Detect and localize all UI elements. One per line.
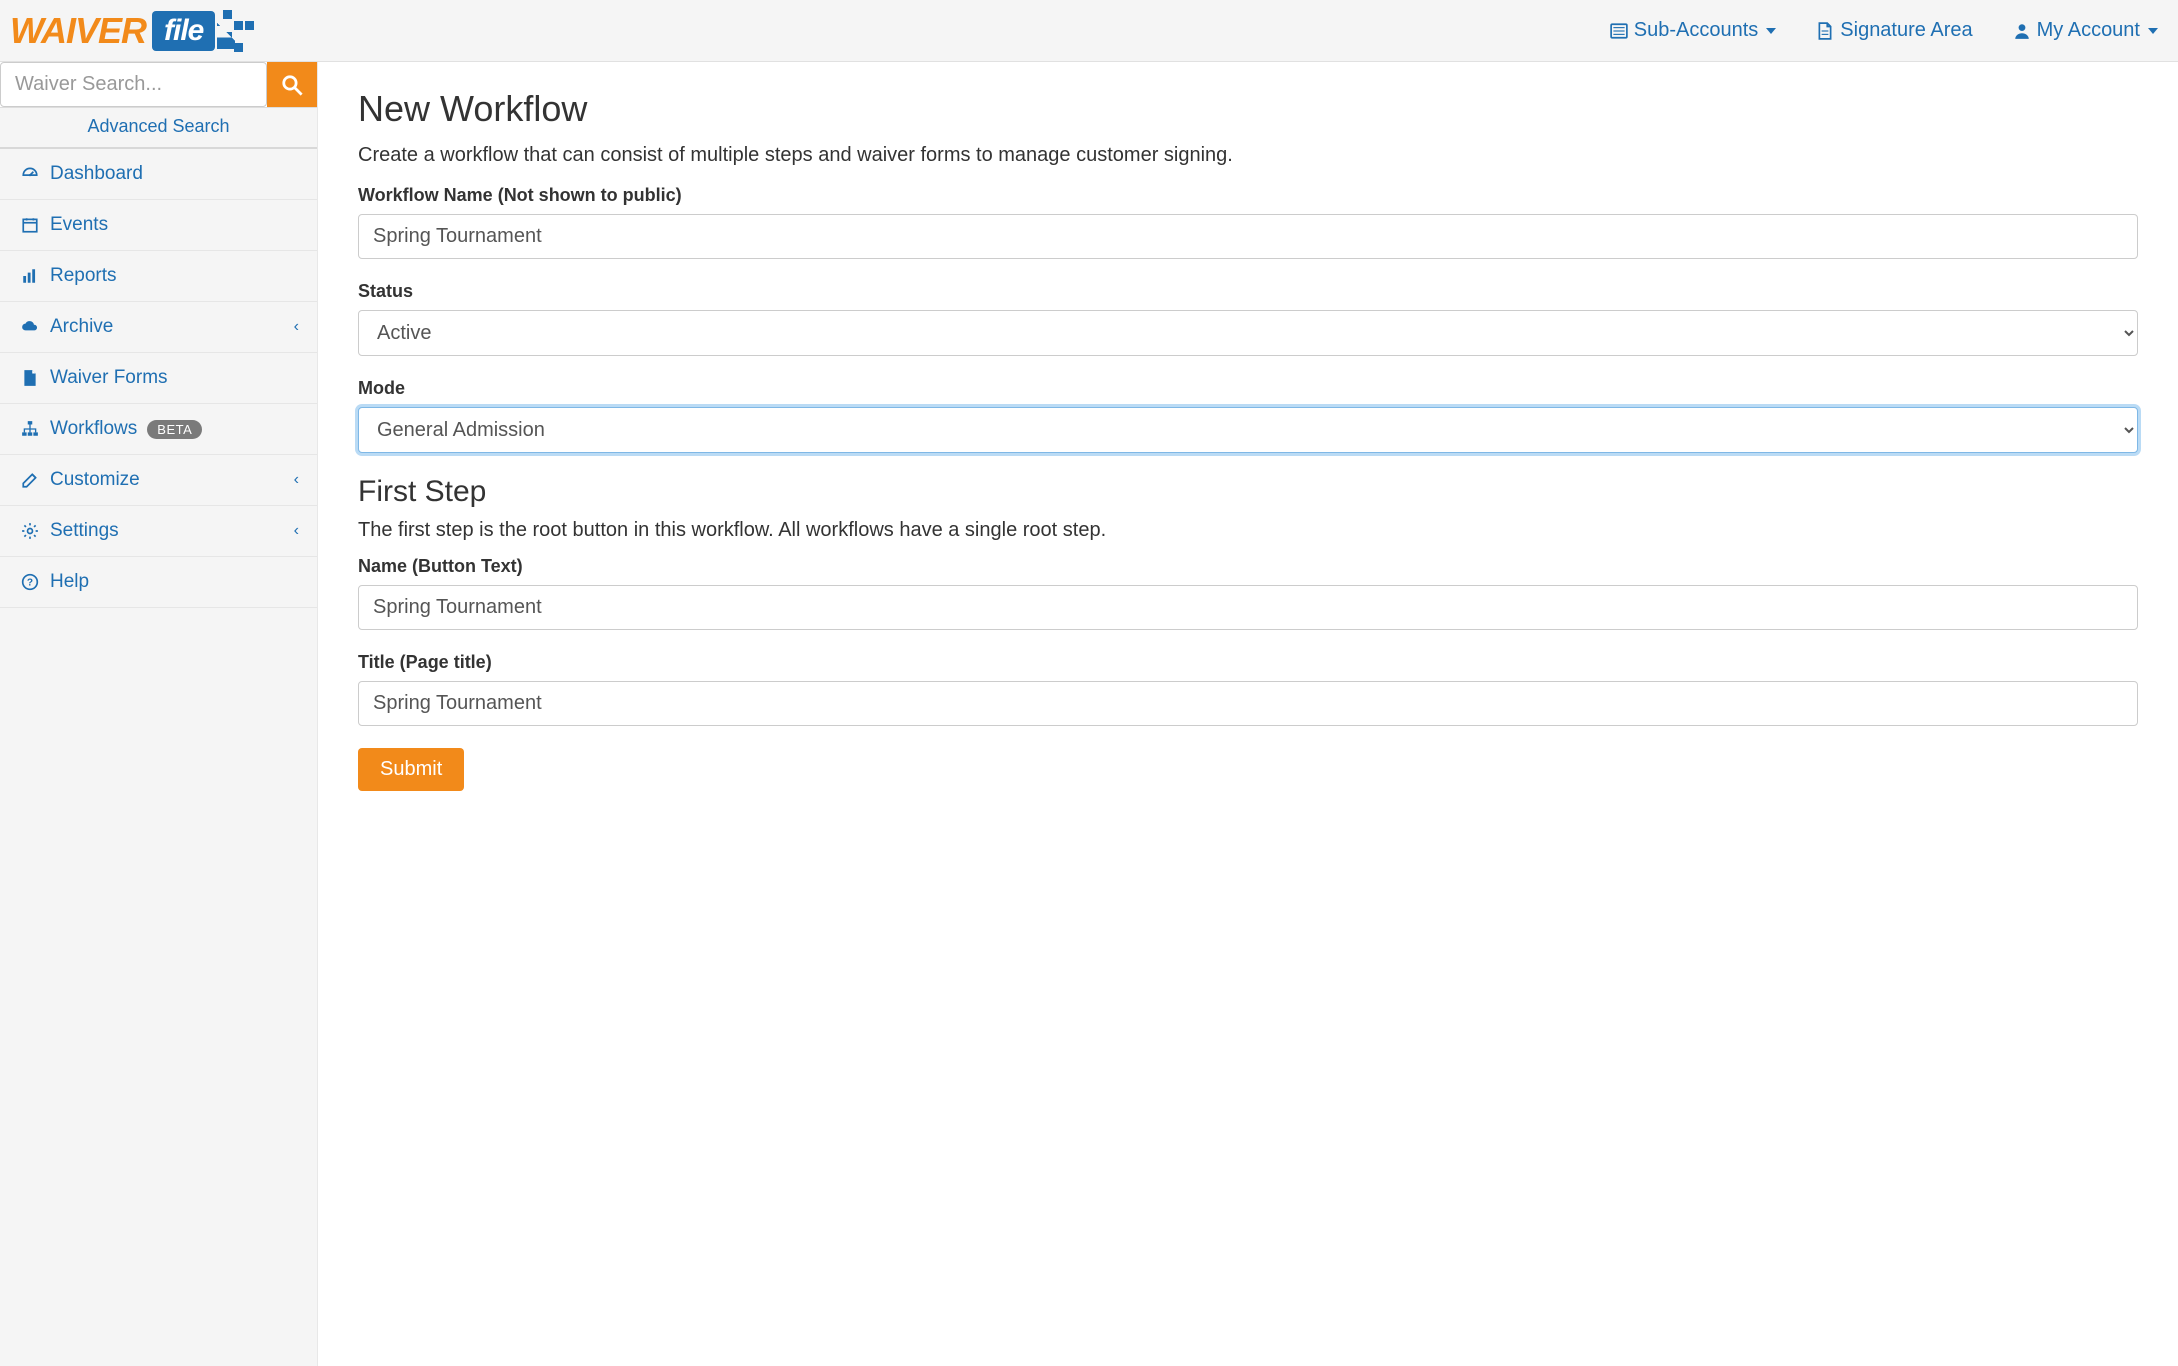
- sidebar-item-help[interactable]: ? Help: [0, 557, 317, 608]
- file-icon: [1816, 22, 1834, 40]
- page-subheading: Create a workflow that can consist of mu…: [358, 144, 2138, 167]
- sub-accounts-label: Sub-Accounts: [1634, 19, 1759, 42]
- search-icon: [281, 74, 303, 96]
- workflow-name-input[interactable]: [358, 214, 2138, 259]
- advanced-search: Advanced Search: [0, 108, 317, 149]
- first-step-heading: First Step: [358, 475, 2138, 509]
- chart-icon: [20, 267, 40, 285]
- sidebar-item-customize[interactable]: Customize ‹: [0, 455, 317, 506]
- sidebar: Advanced Search Dashboard Events Reports: [0, 62, 318, 1366]
- search-input[interactable]: [0, 62, 267, 107]
- top-nav-right: Sub-Accounts Signature Area My Account: [1610, 19, 2158, 42]
- sidebar-item-label: Customize: [50, 469, 140, 491]
- sidebar-item-label: Archive: [50, 316, 113, 338]
- sidebar-item-archive[interactable]: Archive ‹: [0, 302, 317, 353]
- my-account-menu[interactable]: My Account: [2013, 19, 2158, 42]
- sidebar-item-label: Reports: [50, 265, 117, 287]
- sidebar-item-reports[interactable]: Reports: [0, 251, 317, 302]
- search-button[interactable]: [267, 62, 317, 107]
- sub-accounts-menu[interactable]: Sub-Accounts: [1610, 19, 1777, 42]
- step-name-label: Name (Button Text): [358, 556, 2138, 577]
- step-title-input[interactable]: [358, 681, 2138, 726]
- search-bar: [0, 62, 317, 108]
- page-heading: New Workflow: [358, 88, 2138, 130]
- status-select[interactable]: Active: [358, 310, 2138, 356]
- status-label: Status: [358, 281, 2138, 302]
- first-step-desc: The first step is the root button in thi…: [358, 519, 2138, 542]
- list-icon: [1610, 22, 1628, 40]
- sidebar-item-events[interactable]: Events: [0, 200, 317, 251]
- sidebar-nav: Dashboard Events Reports Archive ‹: [0, 149, 317, 608]
- calendar-icon: [20, 216, 40, 234]
- workflow-name-label: Workflow Name (Not shown to public): [358, 185, 2138, 206]
- step-title-label: Title (Page title): [358, 652, 2138, 673]
- logo[interactable]: WAIVER file: [10, 10, 254, 52]
- chevron-left-icon: ‹: [294, 471, 299, 489]
- mode-label: Mode: [358, 378, 2138, 399]
- step-name-input[interactable]: [358, 585, 2138, 630]
- main-content: New Workflow Create a workflow that can …: [318, 62, 2178, 1366]
- sidebar-item-waiver-forms[interactable]: Waiver Forms: [0, 353, 317, 404]
- sidebar-item-label: Events: [50, 214, 108, 236]
- signature-area-label: Signature Area: [1840, 19, 1972, 42]
- logo-text-file: file: [152, 11, 215, 51]
- cloud-icon: [20, 318, 40, 336]
- advanced-search-link[interactable]: Advanced Search: [87, 116, 229, 136]
- sidebar-item-label: Dashboard: [50, 163, 143, 185]
- sidebar-item-settings[interactable]: Settings ‹: [0, 506, 317, 557]
- my-account-label: My Account: [2037, 19, 2140, 42]
- top-nav: WAIVER file Sub-Accounts Signature Area …: [0, 0, 2178, 62]
- chevron-left-icon: ‹: [294, 318, 299, 336]
- logo-text-waiver: WAIVER: [10, 10, 146, 52]
- dashboard-icon: [20, 165, 40, 183]
- chevron-left-icon: ‹: [294, 522, 299, 540]
- gear-icon: [20, 522, 40, 540]
- caret-down-icon: [2148, 28, 2158, 34]
- file-icon: [20, 369, 40, 387]
- sitemap-icon: [20, 420, 40, 438]
- sidebar-item-label: Waiver Forms: [50, 367, 168, 389]
- edit-icon: [20, 471, 40, 489]
- caret-down-icon: [1766, 28, 1776, 34]
- sidebar-item-dashboard[interactable]: Dashboard: [0, 149, 317, 200]
- user-icon: [2013, 22, 2031, 40]
- svg-text:?: ?: [27, 577, 33, 588]
- sidebar-item-workflows[interactable]: Workflows BETA: [0, 404, 317, 455]
- sidebar-item-label: Help: [50, 571, 89, 593]
- sidebar-item-label: Workflows: [50, 418, 137, 440]
- mode-select[interactable]: General Admission: [358, 407, 2138, 453]
- submit-button[interactable]: Submit: [358, 748, 464, 791]
- beta-badge: BETA: [147, 420, 202, 439]
- question-icon: ?: [20, 573, 40, 591]
- sidebar-item-label: Settings: [50, 520, 119, 542]
- signature-area-link[interactable]: Signature Area: [1816, 19, 1972, 42]
